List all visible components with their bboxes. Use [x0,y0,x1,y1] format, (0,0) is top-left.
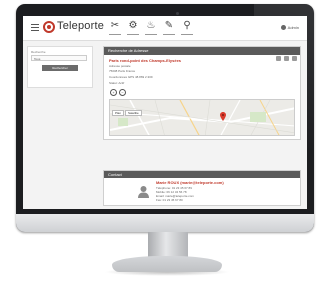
zoom-in-icon[interactable]: + [110,89,117,96]
pin-icon[interactable]: ⚲ [181,20,193,35]
print-icon[interactable] [284,56,289,61]
edit-icon[interactable] [276,56,281,61]
user-menu[interactable]: Admin [281,25,299,30]
poi-detail-line: 75008 Paris France [109,69,136,73]
contact-card-title: Contact [108,172,122,177]
detail-card-header: Recherche de Adresse [104,47,300,61]
card-actions [273,48,297,66]
map-tab-satellite[interactable]: Satellite [125,110,142,116]
search-label: Recherche [31,50,46,54]
filter-select[interactable]: Tous [31,55,87,61]
monitor-chin [16,214,314,232]
contact-card-header: Contact [104,171,300,178]
app-header: Teleporte ✂ ⚙ ♨ ✎ ⚲ Admin [23,16,307,41]
scissors-icon[interactable]: ✂ [109,20,121,35]
webcam [176,12,179,15]
map-tab-plan[interactable]: Plan [112,110,125,116]
detail-card-title: Recherche de Adresse [108,48,149,53]
poi-detail-line: Statut: Actif [109,81,125,85]
brand-name[interactable]: Teleporte [57,20,104,32]
contact-name[interactable]: Marie ROUX (marie@teleporte.com) [156,180,224,185]
menu-icon[interactable] [31,24,39,33]
poi-detail-line: Adresse postale [109,64,131,68]
poi-detail-line: Coordonnées GPS 48.869 2.309 [109,75,153,79]
contact-detail-line: Fax: 01 23 45 67 80 [156,198,183,202]
logo-icon [43,21,55,33]
close-icon[interactable] [292,56,297,61]
search-panel: Recherche Tous Rechercher [27,46,93,88]
search-button[interactable]: Rechercher [42,65,78,71]
zoom-out-icon[interactable]: − [119,89,126,96]
map-type-tabs: Plan Satellite [112,101,143,119]
screen: Teleporte ✂ ⚙ ♨ ✎ ⚲ Admin Recherche Tous… [23,16,307,209]
contact-card: Contact Marie ROUX (marie@teleporte.com)… [103,170,301,206]
avatar [138,186,149,198]
poi-name: Paris rond-point des Champs-Elysées [109,58,182,63]
wrench-icon[interactable]: ✎ [163,20,175,35]
flask-icon[interactable]: ♨ [145,20,157,35]
monitor-stand-base [112,256,222,272]
map-view[interactable]: Plan Satellite [109,99,295,136]
detail-card: Recherche de Adresse Paris rond-point de… [103,46,301,140]
gear-icon[interactable]: ⚙ [127,20,139,35]
map-marker-icon[interactable] [220,112,226,121]
